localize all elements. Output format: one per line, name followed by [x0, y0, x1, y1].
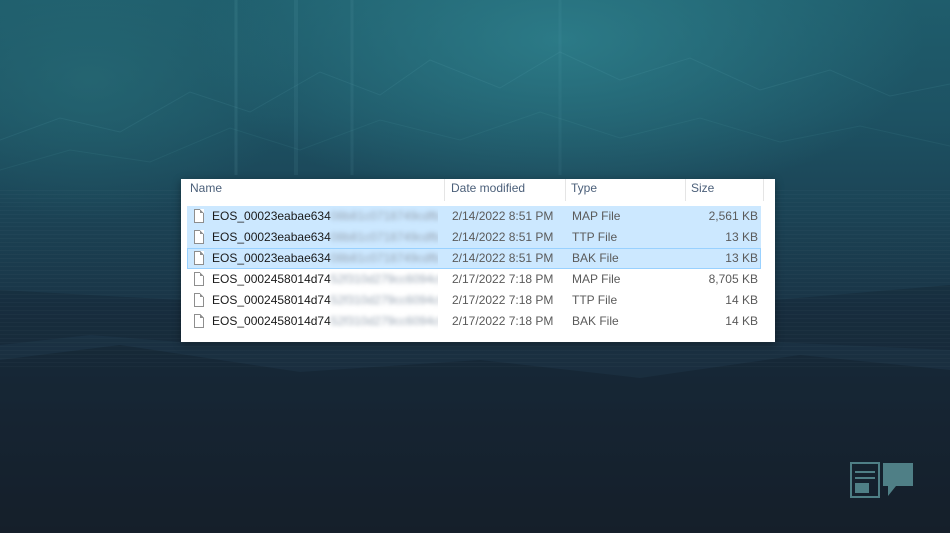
file-type: TTP File: [572, 230, 618, 244]
file-size: 2,561 KB: [708, 209, 758, 223]
file-name-text: EOS_00023eabae634: [212, 251, 331, 265]
file-name-obscured: 52f310d279cc6094c61...: [330, 314, 438, 328]
file-row[interactable]: EOS_00023eabae63408b81c0718749cdfb7... 2…: [187, 206, 761, 227]
file-name: EOS_0002458014d7452f310d279cc6094c61...: [212, 270, 438, 289]
file-name-obscured: 52f310d279cc6094c61...: [330, 293, 438, 307]
file-name: EOS_0002458014d7452f310d279cc6094c61...: [212, 312, 438, 331]
file-icon: [194, 251, 204, 265]
file-name-text: EOS_0002458014d74: [212, 314, 331, 328]
file-name-obscured: 52f310d279cc6094c61...: [330, 272, 438, 286]
file-date-modified: 2/17/2022 7:18 PM: [452, 272, 554, 286]
file-date-modified: 2/14/2022 8:51 PM: [452, 209, 554, 223]
file-icon: [194, 230, 204, 244]
column-header-type[interactable]: Type: [566, 179, 686, 201]
site-logo-icon: [850, 462, 913, 498]
file-name-text: EOS_0002458014d74: [212, 293, 331, 307]
file-type: MAP File: [572, 209, 621, 223]
file-type: BAK File: [572, 251, 619, 265]
file-name-text: EOS_00023eabae634: [212, 209, 331, 223]
column-header-name[interactable]: Name: [185, 179, 445, 201]
file-name: EOS_00023eabae63408b81c0718749cdfb7...: [212, 228, 438, 247]
file-type: MAP File: [572, 272, 621, 286]
file-size: 8,705 KB: [708, 272, 758, 286]
file-row[interactable]: EOS_00023eabae63408b81c0718749cdfb7... 2…: [187, 227, 761, 248]
file-size: 14 KB: [725, 293, 758, 307]
file-row[interactable]: EOS_0002458014d7452f310d279cc6094c61... …: [187, 269, 761, 290]
file-date-modified: 2/17/2022 7:18 PM: [452, 314, 554, 328]
file-row[interactable]: EOS_00023eabae63408b81c0718749cdfb7... 2…: [187, 248, 761, 269]
file-name-text: EOS_00023eabae634: [212, 230, 331, 244]
column-header-size[interactable]: Size: [686, 179, 764, 201]
file-type: TTP File: [572, 293, 618, 307]
file-icon: [194, 293, 204, 307]
file-name: EOS_0002458014d7452f310d279cc6094c61...: [212, 291, 438, 310]
file-row[interactable]: EOS_0002458014d7452f310d279cc6094c61... …: [187, 311, 761, 332]
file-size: 14 KB: [725, 314, 758, 328]
column-header-row: Name Date modified Type Size: [181, 179, 775, 201]
file-size: 13 KB: [725, 251, 758, 265]
file-icon: [194, 209, 204, 223]
file-name: EOS_00023eabae63408b81c0718749cdfb7...: [212, 207, 438, 226]
file-date-modified: 2/14/2022 8:51 PM: [452, 230, 554, 244]
column-header-date-modified[interactable]: Date modified: [446, 179, 566, 201]
file-rows: EOS_00023eabae63408b81c0718749cdfb7... 2…: [187, 206, 761, 332]
file-icon: [194, 272, 204, 286]
file-list-panel: Name Date modified Type Size EOS_00023ea…: [181, 179, 775, 342]
file-name-obscured: 08b81c0718749cdfb7...: [330, 209, 438, 223]
file-date-modified: 2/14/2022 8:51 PM: [452, 251, 554, 265]
file-name: EOS_00023eabae63408b81c0718749cdfb7...: [212, 249, 438, 268]
file-name-obscured: 08b81c0718749cdfb7...: [330, 251, 438, 265]
file-type: BAK File: [572, 314, 619, 328]
file-name-obscured: 08b81c0718749cdfb7...: [330, 230, 438, 244]
file-date-modified: 2/17/2022 7:18 PM: [452, 293, 554, 307]
file-icon: [194, 314, 204, 328]
file-name-text: EOS_0002458014d74: [212, 272, 331, 286]
file-row[interactable]: EOS_0002458014d7452f310d279cc6094c61... …: [187, 290, 761, 311]
file-size: 13 KB: [725, 230, 758, 244]
